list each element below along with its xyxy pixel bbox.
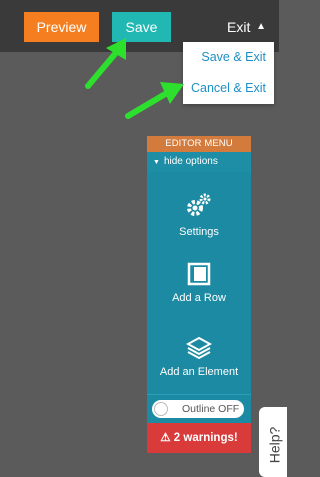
- row-layout-icon: [187, 262, 211, 286]
- add-element-label: Add an Element: [159, 366, 239, 378]
- add-element-tool[interactable]: Add an Element: [147, 336, 251, 378]
- hide-options-toggle[interactable]: ▼ hide options: [147, 152, 251, 172]
- help-label: Help?: [266, 426, 283, 464]
- outline-label: Outline OFF: [182, 403, 240, 415]
- layers-icon: [186, 336, 212, 360]
- outline-row: Outline OFF: [147, 394, 251, 423]
- exit-dropdown-menu: Save & Exit Cancel & Exit: [183, 42, 274, 104]
- add-row-label: Add a Row: [172, 292, 226, 304]
- warnings-label: 2 warnings!: [173, 432, 238, 444]
- cancel-and-exit-item[interactable]: Cancel & Exit: [183, 73, 274, 104]
- settings-tool[interactable]: Settings: [147, 190, 251, 238]
- warnings-button[interactable]: ⚠ 2 warnings!: [147, 423, 251, 453]
- editor-menu-title: EDITOR MENU: [147, 136, 251, 152]
- gear-icon: [187, 193, 211, 216]
- chevron-down-icon: ▼: [153, 159, 160, 166]
- settings-label: Settings: [179, 226, 219, 238]
- warning-icon: ⚠: [160, 432, 171, 444]
- help-tab[interactable]: Help?: [259, 407, 287, 477]
- outline-toggle[interactable]: Outline OFF: [152, 400, 244, 418]
- add-row-tool[interactable]: Add a Row: [147, 262, 251, 304]
- annotation-arrow-cancel-exit: [125, 82, 184, 119]
- editor-tools: Settings Add a Row Add an Element: [147, 172, 251, 394]
- save-and-exit-item[interactable]: Save & Exit: [183, 42, 274, 73]
- exit-button[interactable]: Exit ▲: [183, 12, 274, 42]
- toggle-knob: [154, 402, 168, 416]
- exit-label: Exit: [227, 19, 251, 35]
- hide-options-label: hide options: [163, 156, 218, 167]
- chevron-up-icon: ▲: [256, 21, 266, 32]
- editor-menu-panel: EDITOR MENU ▼ hide options Settings Add a…: [147, 136, 251, 458]
